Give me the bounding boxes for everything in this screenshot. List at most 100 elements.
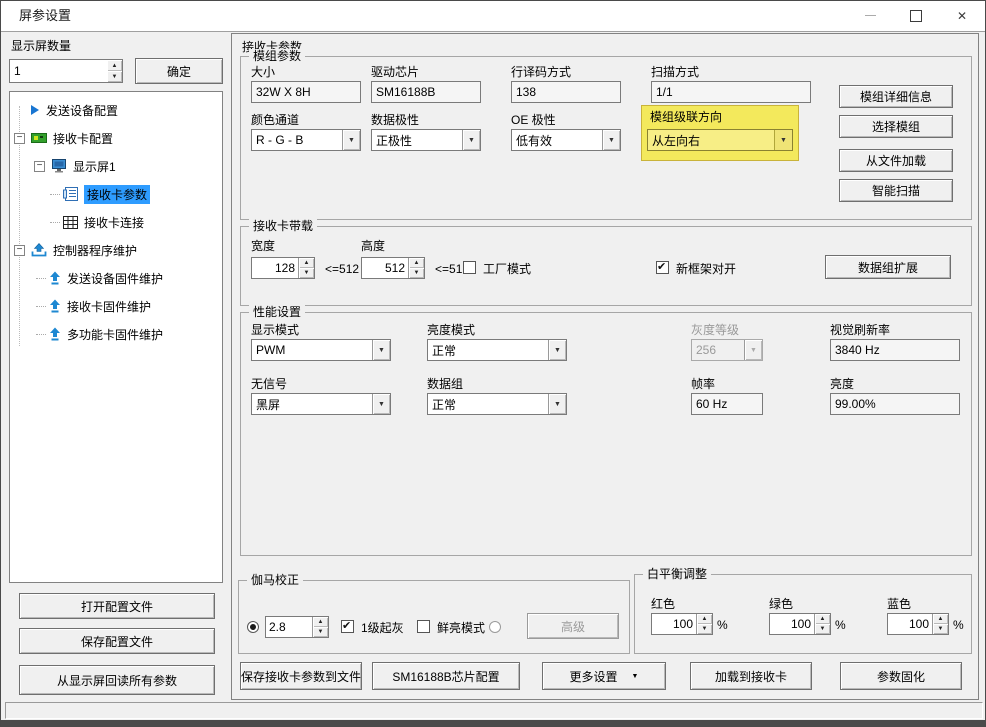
open-config-file-button[interactable]: 打开配置文件 — [19, 593, 215, 619]
width-value: 128 — [252, 258, 298, 278]
data-polarity-label: 数据极性 — [371, 113, 419, 127]
gray-level-label: 灰度等级 — [691, 323, 739, 337]
tree-item-receiver-card-connection[interactable]: 接收卡连接 — [10, 208, 222, 236]
collapse-icon[interactable]: − — [34, 161, 45, 172]
no-signal-combo[interactable]: 黑屏 ▼ — [251, 393, 391, 415]
spin-down-icon[interactable]: ▼ — [299, 268, 314, 278]
tree-item-controller-maintenance[interactable]: − 控制器程序维护 — [10, 236, 222, 264]
spin-up-icon[interactable]: ▲ — [697, 614, 712, 624]
tree-item-receiver-card-firmware[interactable]: 接收卡固件维护 — [10, 292, 222, 320]
vivid-mode-checkbox[interactable] — [417, 620, 430, 633]
dropdown-arrow-icon[interactable]: ▼ — [548, 340, 566, 360]
display-count-input[interactable] — [9, 59, 123, 83]
spin-up-icon[interactable]: ▲ — [107, 60, 122, 71]
spin-down-icon[interactable]: ▼ — [933, 624, 948, 634]
solidify-params-button[interactable]: 参数固化 — [840, 662, 962, 690]
data-polarity-combo[interactable]: 正极性 ▼ — [371, 129, 481, 151]
collapse-icon[interactable]: − — [14, 245, 25, 256]
height-label: 高度 — [361, 239, 385, 253]
dropdown-arrow-icon[interactable]: ▼ — [602, 130, 620, 150]
spin-down-icon[interactable]: ▼ — [313, 627, 328, 637]
collapse-icon[interactable]: − — [14, 133, 25, 144]
cascade-direction-value: 从左向右 — [648, 132, 774, 149]
more-settings-button[interactable]: 更多设置 ▼ — [542, 662, 666, 690]
ok-button[interactable]: 确定 — [135, 58, 223, 84]
save-config-file-button[interactable]: 保存配置文件 — [19, 628, 215, 654]
factory-mode-checkbox[interactable] — [463, 261, 476, 274]
smart-scan-button[interactable]: 智能扫描 — [839, 179, 953, 202]
green-stepper[interactable]: 100 ▲▼ — [769, 613, 831, 635]
dropdown-arrow-icon[interactable]: ▼ — [372, 394, 390, 414]
color-channel-combo[interactable]: R - G - B ▼ — [251, 129, 361, 151]
tree-item-label: 多功能卡固件维护 — [67, 326, 163, 343]
dropdown-arrow-icon[interactable]: ▼ — [548, 394, 566, 414]
readback-params-button[interactable]: 从显示屏回读所有参数 — [19, 665, 215, 695]
new-frame-checkbox[interactable] — [656, 261, 669, 274]
maximize-button[interactable] — [893, 1, 939, 30]
data-group-expand-button[interactable]: 数据组扩展 — [825, 255, 951, 279]
brightness-mode-label: 亮度模式 — [427, 323, 475, 337]
scan-mode-field: 1/1 — [651, 81, 811, 103]
select-module-button[interactable]: 选择模组 — [839, 115, 953, 138]
spin-up-icon[interactable]: ▲ — [299, 258, 314, 268]
data-group-combo[interactable]: 正常 ▼ — [427, 393, 567, 415]
spin-down-icon[interactable]: ▼ — [409, 268, 424, 278]
load-to-receiver-button[interactable]: 加载到接收卡 — [690, 662, 812, 690]
spin-up-icon[interactable]: ▲ — [933, 614, 948, 624]
width-label: 宽度 — [251, 239, 275, 253]
tree-item-label: 发送设备固件维护 — [67, 270, 163, 287]
gamma-value-radio[interactable] — [247, 621, 259, 633]
tree-item-multifunction-card-firmware[interactable]: 多功能卡固件维护 — [10, 320, 222, 348]
dropdown-arrow-icon[interactable]: ▼ — [372, 340, 390, 360]
spin-up-icon[interactable]: ▲ — [313, 617, 328, 627]
data-group-label: 数据组 — [427, 377, 463, 391]
cascade-direction-combo[interactable]: 从左向右 ▼ — [647, 129, 793, 151]
width-stepper[interactable]: 128 ▲▼ — [251, 257, 315, 279]
dropdown-arrow-icon[interactable]: ▼ — [342, 130, 360, 150]
chip-config-button[interactable]: SM16188B芯片配置 — [372, 662, 520, 690]
brightness-field: 99.00% — [830, 393, 960, 415]
more-settings-label: 更多设置 — [570, 668, 618, 685]
spin-down-icon[interactable]: ▼ — [697, 624, 712, 634]
height-stepper[interactable]: 512 ▲▼ — [361, 257, 425, 279]
module-detail-button[interactable]: 模组详细信息 — [839, 85, 953, 108]
display-mode-label: 显示模式 — [251, 323, 299, 337]
close-button[interactable]: ✕ — [939, 1, 985, 30]
tree-connector — [36, 334, 46, 335]
minimize-button[interactable] — [847, 1, 893, 30]
tree-connector — [36, 306, 46, 307]
gamma-value-stepper[interactable]: 2.8 ▲▼ — [265, 616, 329, 638]
spin-up-icon[interactable]: ▲ — [409, 258, 424, 268]
maximize-icon — [910, 10, 922, 22]
tree-item-label: 控制器程序维护 — [53, 242, 137, 259]
color-channel-label: 颜色通道 — [251, 113, 299, 127]
tree-item-receiver-card-params[interactable]: 接收卡参数 — [10, 180, 222, 208]
dropdown-arrow-icon[interactable]: ▼ — [462, 130, 480, 150]
gamma-value: 2.8 — [266, 617, 312, 637]
green-unit-label: % — [835, 618, 846, 632]
advanced-radio[interactable] — [489, 621, 501, 633]
gray1-checkbox[interactable] — [341, 620, 354, 633]
size-field: 32W X 8H — [251, 81, 361, 103]
load-from-file-button[interactable]: 从文件加载 — [839, 149, 953, 172]
driver-chip-label: 驱动芯片 — [371, 65, 419, 79]
spin-down-icon[interactable]: ▼ — [815, 624, 830, 634]
tree-item-receiver-card-config[interactable]: − 接收卡配置 — [10, 124, 222, 152]
window-title: 屏参设置 — [19, 1, 71, 31]
tree-item-send-device-config[interactable]: 发送设备配置 — [10, 96, 222, 124]
spin-up-icon[interactable]: ▲ — [815, 614, 830, 624]
blue-stepper[interactable]: 100 ▲▼ — [887, 613, 949, 635]
tree-item-send-device-firmware[interactable]: 发送设备固件维护 — [10, 264, 222, 292]
module-params-group: 模组参数 大小 32W X 8H 驱动芯片 SM16188B 行译码方式 138… — [240, 56, 972, 220]
minimize-icon — [865, 15, 876, 16]
oe-polarity-combo[interactable]: 低有效 ▼ — [511, 129, 621, 151]
gray1-label: 1级起灰 — [361, 621, 404, 635]
tree-connector — [50, 194, 60, 195]
brightness-mode-combo[interactable]: 正常 ▼ — [427, 339, 567, 361]
tree-item-display-screen-1[interactable]: − 显示屏1 — [10, 152, 222, 180]
dropdown-arrow-icon[interactable]: ▼ — [774, 130, 792, 150]
spin-down-icon[interactable]: ▼ — [107, 71, 122, 82]
save-params-to-file-button[interactable]: 保存接收卡参数到文件 — [240, 662, 362, 690]
display-mode-combo[interactable]: PWM ▼ — [251, 339, 391, 361]
red-stepper[interactable]: 100 ▲▼ — [651, 613, 713, 635]
